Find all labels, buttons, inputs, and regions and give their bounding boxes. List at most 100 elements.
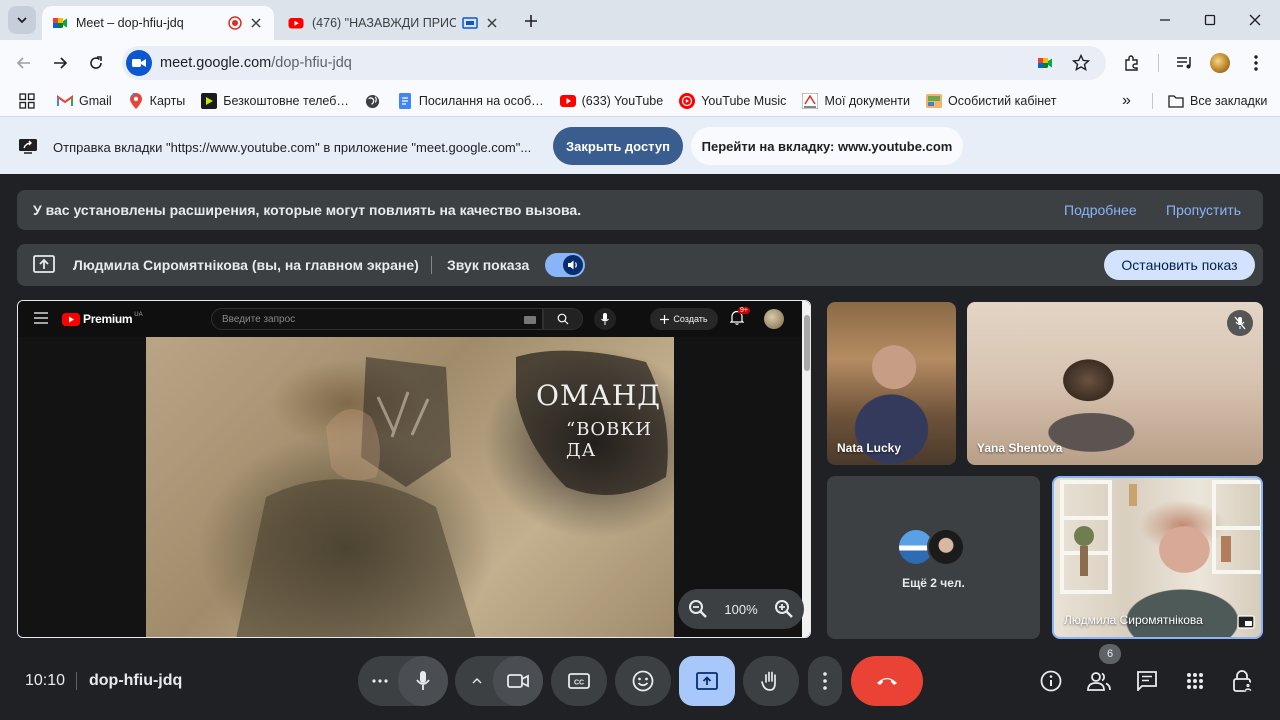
youtube-voice-search — [594, 308, 616, 330]
mic-off-icon — [1227, 310, 1253, 336]
documents-icon — [802, 93, 819, 109]
apps-button[interactable] — [19, 93, 35, 109]
google-meet-extension-icon[interactable] — [1034, 52, 1056, 74]
bookmark-label: Мої документи — [824, 94, 911, 108]
site-info-icon[interactable] — [126, 50, 152, 76]
youtube-icon — [288, 18, 304, 29]
bookmark-docs[interactable]: Посилання на особ… — [397, 93, 544, 109]
plus-icon — [660, 314, 670, 324]
close-tab-icon[interactable] — [248, 15, 264, 31]
tab-meet[interactable]: Meet – dop-hfiu-jdq — [42, 6, 274, 40]
go-to-tab-button[interactable]: Перейти на вкладку: www.youtube.com — [691, 127, 963, 165]
camera-button[interactable] — [493, 656, 543, 706]
media-control-icon[interactable] — [1174, 52, 1196, 74]
activities-button[interactable] — [1182, 668, 1208, 694]
tab-title: (476) "НАЗАВЖДИ ПРИСУТ — [312, 16, 456, 30]
maximize-button[interactable] — [1200, 10, 1220, 30]
cabinet-icon — [926, 93, 943, 109]
bookmark-globe[interactable] — [365, 93, 387, 109]
all-bookmarks-button[interactable]: Все закладки — [1168, 93, 1267, 109]
all-bookmarks-label: Все закладки — [1190, 94, 1268, 108]
stop-presenting-button[interactable]: Остановить показ — [1104, 250, 1255, 280]
video-title-text-1: ОМАНД — [536, 379, 662, 412]
minimize-button[interactable] — [1155, 10, 1175, 30]
microphone-icon — [601, 313, 609, 325]
closed-captions-icon: CC — [568, 673, 590, 689]
bookmark-maps[interactable]: Карты — [128, 93, 186, 109]
youtube-icon — [62, 312, 80, 326]
more-participants-tile[interactable]: Ещё 2 чел. — [827, 476, 1040, 639]
raise-hand-button[interactable] — [743, 656, 799, 706]
zoom-in-icon[interactable] — [774, 599, 794, 619]
meeting-details-button[interactable] — [1038, 668, 1064, 694]
zoom-out-icon[interactable] — [688, 599, 708, 619]
video-letterbox-left — [18, 337, 146, 637]
tab-youtube[interactable]: (476) "НАЗАВЖДИ ПРИСУТ — [278, 6, 510, 40]
microphone-button[interactable] — [398, 656, 448, 706]
bookmark-tv[interactable]: Безкоштовне телеб… — [201, 93, 349, 109]
bookmark-documents[interactable]: Мої документи — [802, 93, 910, 109]
extensions-icon[interactable] — [1121, 52, 1143, 74]
stop-sharing-button[interactable]: Закрыть доступ — [553, 127, 683, 165]
reactions-button[interactable] — [615, 656, 671, 706]
meet-call-area: У вас установлены расширения, которые мо… — [0, 174, 1280, 720]
new-tab-button[interactable] — [520, 10, 542, 32]
tab-search-button[interactable] — [8, 6, 36, 34]
bookmark-gmail[interactable]: Gmail — [57, 93, 112, 109]
bookmark-cabinet[interactable]: Особистий кабінет — [926, 93, 1056, 109]
host-controls-button[interactable] — [1230, 668, 1256, 694]
folder-icon — [1168, 93, 1184, 109]
toolbar-divider — [1158, 54, 1159, 72]
shared-screen-scrollbar[interactable] — [802, 301, 810, 637]
forward-button[interactable] — [46, 49, 74, 77]
cast-screen-icon — [462, 17, 478, 29]
emoji-icon — [632, 670, 654, 692]
close-tab-icon[interactable] — [484, 15, 500, 31]
participant-tile[interactable]: Yana Shentova — [967, 302, 1263, 465]
chat-button[interactable] — [1134, 668, 1160, 694]
present-screen-button[interactable] — [679, 656, 735, 706]
picture-in-picture-icon[interactable] — [1237, 615, 1255, 629]
speaker-icon — [563, 255, 583, 275]
gmail-icon — [57, 93, 73, 109]
bookmark-label: Карты — [149, 94, 186, 108]
learn-more-link[interactable]: Подробнее — [1064, 202, 1137, 218]
present-to-all-icon — [696, 672, 718, 690]
browser-tab-strip: Meet – dop-hfiu-jdq (476) "НАЗАВЖДИ ПРИС… — [0, 0, 1280, 40]
participant-name: Yana Shentova — [977, 441, 1063, 455]
leave-call-button[interactable] — [851, 656, 923, 706]
people-icon — [1087, 672, 1111, 691]
close-window-button[interactable] — [1245, 10, 1265, 30]
chrome-menu-icon[interactable] — [1245, 52, 1267, 74]
presentation-audio-toggle[interactable] — [545, 253, 585, 277]
back-button[interactable] — [10, 49, 38, 77]
bookmarks-bar: Gmail Карты Безкоштовне телеб… Посилання… — [0, 86, 1280, 116]
maps-icon — [128, 93, 144, 109]
scrollbar-thumb[interactable] — [804, 315, 810, 371]
address-bar[interactable]: meet.google.com/dop-hfiu-jdq — [122, 46, 1106, 80]
more-options-button[interactable] — [808, 656, 842, 706]
svg-text:CC: CC — [574, 680, 584, 687]
captions-button[interactable]: CC — [551, 656, 607, 706]
bookmarks-overflow-button[interactable]: » — [1122, 92, 1131, 110]
tab-sharing-bar: Отправка вкладки "https://www.youtube.co… — [0, 116, 1280, 174]
apps-grid-icon — [1187, 673, 1203, 689]
docs-icon — [397, 93, 413, 109]
people-button[interactable] — [1086, 668, 1112, 694]
bookmark-youtube-music[interactable]: YouTube Music — [679, 93, 786, 109]
reload-button[interactable] — [82, 49, 110, 77]
reload-icon — [90, 56, 102, 69]
self-view-tile[interactable]: Людмила Сиромятнікова — [1052, 476, 1263, 639]
skip-link[interactable]: Пропустить — [1166, 202, 1241, 218]
bookmark-star-icon[interactable] — [1070, 52, 1092, 74]
profile-avatar[interactable] — [1209, 52, 1231, 74]
audio-options-button[interactable] — [358, 656, 402, 706]
google-meet-icon — [53, 18, 67, 28]
arrow-left-icon — [16, 57, 30, 69]
bookmarks-divider — [1152, 93, 1153, 109]
bookmark-youtube[interactable]: (633) YouTube — [559, 93, 663, 109]
extensions-notice: У вас установлены расширения, которые мо… — [17, 190, 1263, 230]
participant-avatar — [927, 528, 965, 566]
present-screen-icon — [33, 255, 55, 273]
participant-tile[interactable]: Nata Lucky — [827, 302, 956, 465]
